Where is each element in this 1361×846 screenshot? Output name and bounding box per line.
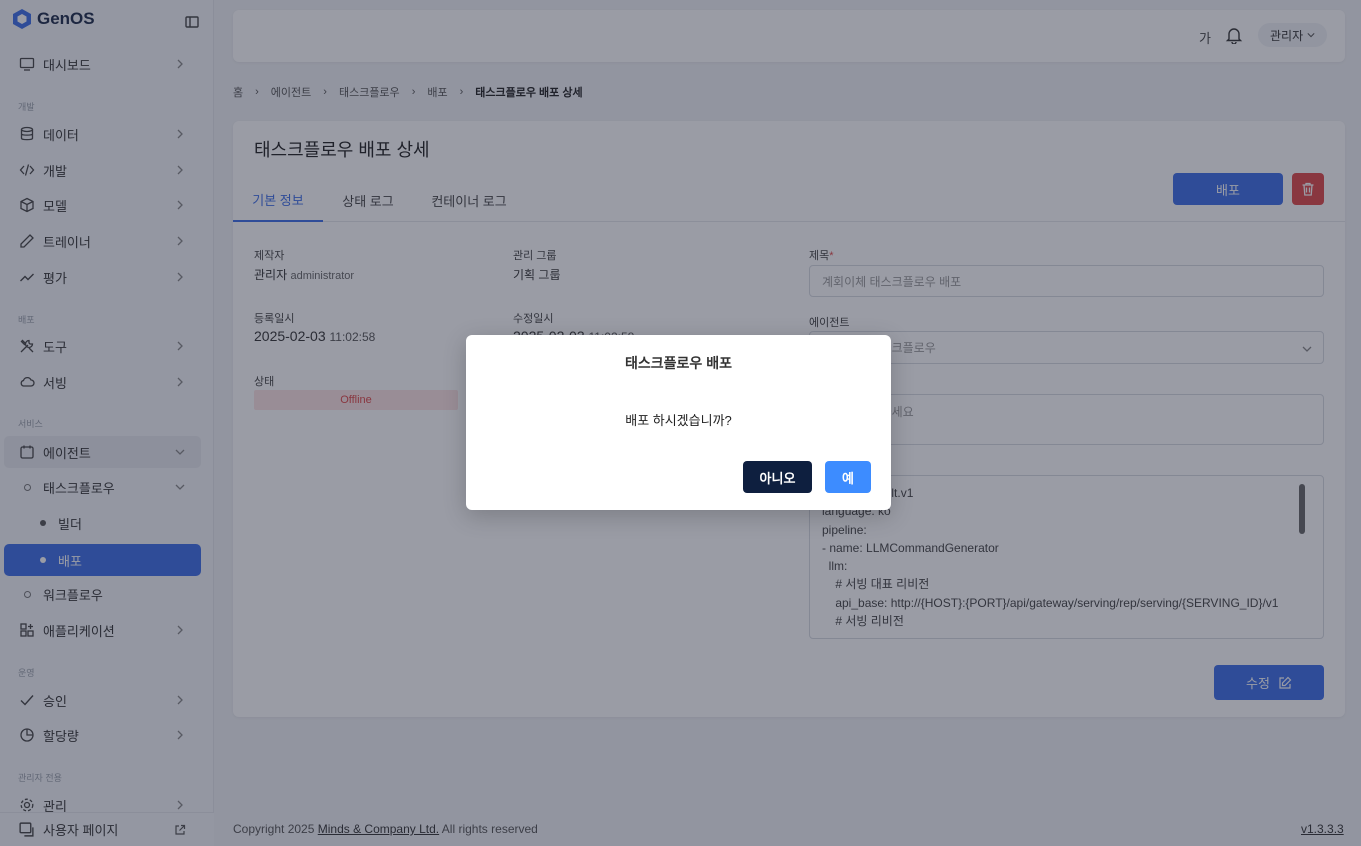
confirm-button[interactable]: 예	[825, 461, 871, 493]
confirm-modal: 태스크플로우 배포 배포 하시겠습니까? 아니오 예	[466, 335, 891, 510]
cancel-button[interactable]: 아니오	[743, 461, 812, 493]
modal-title: 태스크플로우 배포	[625, 355, 732, 371]
modal-message: 배포 하시겠습니까?	[625, 413, 732, 428]
